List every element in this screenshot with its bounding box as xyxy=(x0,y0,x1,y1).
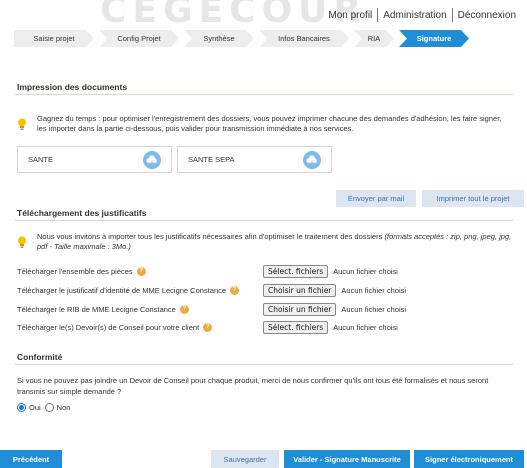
file-input[interactable]: Sélect. fichiers Aucun fichier choisi xyxy=(263,320,398,334)
file-status: Aucun fichier choisi xyxy=(341,285,407,295)
upload-label: Télécharger le justificatif d'identité d… xyxy=(17,285,240,295)
step-infos-bancaires[interactable]: Infos Bancaires xyxy=(259,30,349,47)
info-telechargement: Nous vous invitons à importer tous les j… xyxy=(17,232,512,252)
step-ria[interactable]: RIA xyxy=(354,30,394,47)
upload-label: Télécharger le(s) Devoir(s) de Conseil p… xyxy=(17,322,213,332)
file-input[interactable]: Choisir un fichier Aucun fichier choisi xyxy=(263,302,407,316)
section-divider xyxy=(15,94,513,95)
upload-row: Télécharger le RIB de MME Lecigne Consta… xyxy=(17,302,517,316)
electronic-signature-button[interactable]: Signer électroniquement xyxy=(414,450,524,468)
lightbulb-icon xyxy=(18,118,26,130)
save-button[interactable]: Sauvegarder xyxy=(211,450,279,468)
document-card-sante-sepa[interactable]: SANTE SEPA xyxy=(177,146,332,173)
nav-administration[interactable]: Administration xyxy=(378,10,451,21)
lightbulb-icon xyxy=(18,236,26,248)
progress-steps: Saisie projet Config Projet Synthèse Inf… xyxy=(14,30,474,47)
section-title-impression: Impression des documents xyxy=(17,82,128,92)
upload-label: Télécharger le RIB de MME Lecigne Consta… xyxy=(17,304,189,314)
upload-label-text: Télécharger l'ensemble des pièces xyxy=(17,266,133,276)
upload-row: Télécharger le(s) Devoir(s) de Conseil p… xyxy=(17,320,517,334)
file-status: Aucun fichier choisi xyxy=(333,266,398,276)
upload-label-text: Télécharger le(s) Devoir(s) de Conseil p… xyxy=(17,322,200,332)
help-icon[interactable]: ? xyxy=(203,322,213,332)
radio-oui[interactable] xyxy=(17,403,26,412)
upload-label: Télécharger l'ensemble des pièces? xyxy=(17,266,146,276)
file-select-button[interactable]: Sélect. fichiers xyxy=(263,264,329,278)
upload-row: Télécharger le justificatif d'identité d… xyxy=(17,283,517,297)
conformite-question: Si vous ne pouvez pas joindre un Devoir … xyxy=(17,376,489,396)
nav-deconnexion[interactable]: Déconnexion xyxy=(453,10,521,21)
radio-non-label[interactable]: Non xyxy=(57,403,71,412)
help-icon[interactable]: ? xyxy=(179,304,189,314)
upload-label-text: Télécharger le justificatif d'identité d… xyxy=(17,285,227,295)
document-card-sante[interactable]: SANTE xyxy=(17,146,172,173)
file-select-button[interactable]: Choisir un fichier xyxy=(263,302,337,316)
conformite-radio-group: Oui Non xyxy=(17,403,70,412)
info-telechargement-text: Nous vous invitons à importer tous les j… xyxy=(37,232,512,252)
top-nav: Mon profil Administration Déconnexion xyxy=(323,8,521,22)
file-status: Aucun fichier choisi xyxy=(341,304,407,314)
help-icon[interactable]: ? xyxy=(230,285,240,295)
top-bar: CEGECOUR Mon profil Administration Décon… xyxy=(0,0,527,31)
document-card-label: SANTE SEPA xyxy=(188,155,235,164)
info-impression-text: Gagnez du temps : pour optimiser l'enreg… xyxy=(37,114,502,133)
file-input[interactable]: Sélect. fichiers Aucun fichier choisi xyxy=(263,264,398,278)
file-input[interactable]: Choisir un fichier Aucun fichier choisi xyxy=(263,283,407,297)
section-title-conformite: Conformité xyxy=(17,352,63,362)
upload-label-text: Télécharger le RIB de MME Lecigne Consta… xyxy=(17,304,176,314)
upload-row: Télécharger l'ensemble des pièces? Sélec… xyxy=(17,264,517,278)
info-impression: Gagnez du temps : pour optimiser l'enreg… xyxy=(17,114,512,134)
radio-oui-label[interactable]: Oui xyxy=(29,403,41,412)
previous-button[interactable]: Précédent xyxy=(0,450,62,468)
step-saisie-projet[interactable]: Saisie projet xyxy=(14,30,94,47)
cloud-icon[interactable] xyxy=(143,150,161,169)
file-select-button[interactable]: Choisir un fichier xyxy=(263,283,337,297)
info-telechargement-main: Nous vous invitons à importer tous les j… xyxy=(37,232,383,241)
section-title-telechargement: Téléchargement des justificatifs xyxy=(17,208,147,218)
document-card-label: SANTE xyxy=(28,155,54,164)
send-mail-button[interactable]: Envoyer par mail xyxy=(336,190,416,207)
validate-manual-signature-button[interactable]: Valider - Signature Manuscrite xyxy=(284,450,410,468)
cloud-icon[interactable] xyxy=(303,150,321,169)
step-signature[interactable]: Signature xyxy=(399,30,469,47)
file-select-button[interactable]: Sélect. fichiers xyxy=(263,320,329,334)
step-synthese[interactable]: Synthèse xyxy=(184,30,254,47)
nav-mon-profil[interactable]: Mon profil xyxy=(323,10,377,21)
file-status: Aucun fichier choisi xyxy=(333,322,398,332)
help-icon[interactable]: ? xyxy=(136,266,146,276)
section-divider xyxy=(15,220,513,221)
print-all-button[interactable]: Imprimer tout le projet xyxy=(422,190,524,207)
section-divider xyxy=(15,364,513,365)
step-config-projet[interactable]: Config Projet xyxy=(99,30,179,47)
radio-non[interactable] xyxy=(44,403,54,412)
